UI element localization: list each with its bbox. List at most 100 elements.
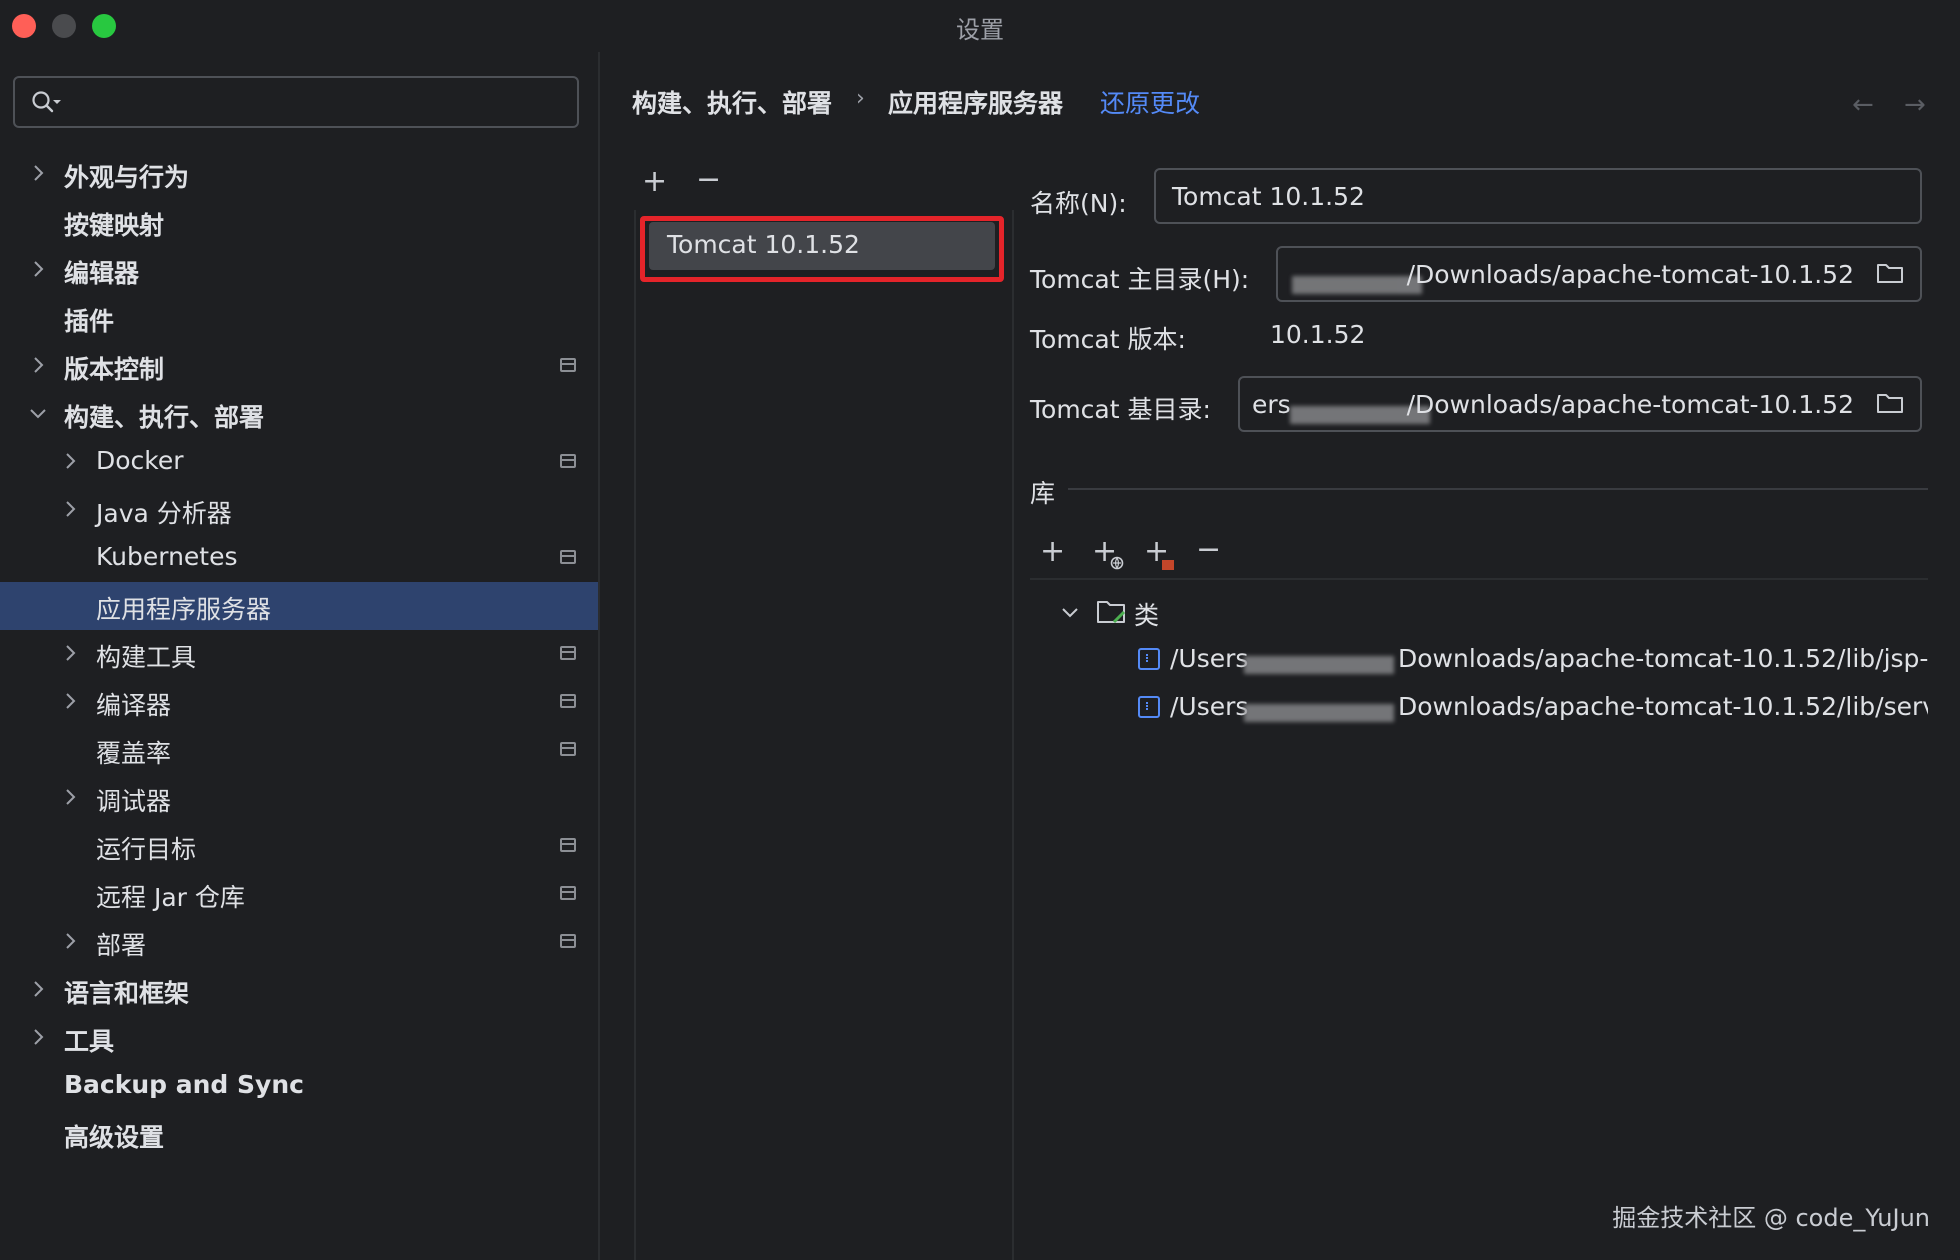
- library-entry-row[interactable]: /Users Downloads/apache-tomcat-10.1.52/l…: [1136, 686, 1928, 730]
- chevron-right-icon[interactable]: [26, 257, 50, 281]
- sidebar-item-label: 构建工具: [96, 643, 197, 672]
- sidebar-item-label: 调试器: [96, 787, 172, 816]
- add-web-library-button[interactable]: +: [1092, 534, 1124, 570]
- sidebar-item-label: 运行目标: [96, 835, 197, 864]
- library-toolbar-separator: [1030, 578, 1928, 580]
- libraries-section-title: 库: [1030, 479, 1056, 508]
- forward-arrow-icon[interactable]: →: [1904, 90, 1926, 120]
- annotation-highlight-box: [640, 216, 1004, 282]
- chevron-right-icon[interactable]: [58, 641, 82, 665]
- chevron-right-icon[interactable]: [58, 689, 82, 713]
- project-settings-icon: [560, 742, 576, 756]
- home-dir-field[interactable]: /Downloads/apache-tomcat-10.1.52: [1276, 246, 1922, 302]
- base-dir-field[interactable]: ers /Downloads/apache-tomcat-10.1.52: [1238, 376, 1922, 432]
- title-bar: 设置: [0, 0, 1960, 52]
- sidebar-item[interactable]: 编辑器: [0, 246, 598, 294]
- jar-file-icon: [1138, 696, 1160, 718]
- sidebar-item[interactable]: Docker: [0, 438, 598, 486]
- name-field-value: Tomcat 10.1.52: [1172, 182, 1365, 211]
- sidebar-item[interactable]: 按键映射: [0, 198, 598, 246]
- sidebar-item[interactable]: 应用程序服务器: [0, 582, 598, 630]
- classes-tree-node[interactable]: 类: [1060, 590, 1920, 634]
- sidebar-item[interactable]: Java 分析器: [0, 486, 598, 534]
- sidebar-item-label: 版本控制: [64, 355, 165, 384]
- chevron-down-icon[interactable]: [1060, 602, 1080, 622]
- project-settings-icon: [560, 358, 576, 372]
- base-dir-value: /Downloads/apache-tomcat-10.1.52: [1406, 390, 1854, 419]
- project-settings-icon: [560, 454, 576, 468]
- sidebar-item[interactable]: 外观与行为: [0, 150, 598, 198]
- sidebar-item-label: 应用程序服务器: [96, 595, 272, 624]
- library-path-prefix: /Users: [1170, 692, 1249, 721]
- server-list-divider: [1012, 210, 1014, 1260]
- remove-server-button[interactable]: −: [696, 162, 721, 197]
- add-jar-library-button[interactable]: +: [1144, 534, 1174, 570]
- home-dir-value: /Downloads/apache-tomcat-10.1.52: [1406, 260, 1854, 289]
- project-settings-icon: [560, 694, 576, 708]
- project-settings-icon: [560, 646, 576, 660]
- project-settings-icon: [560, 934, 576, 948]
- chevron-right-icon[interactable]: [58, 929, 82, 953]
- chevron-right-icon[interactable]: [58, 785, 82, 809]
- sidebar-item-label: 插件: [64, 307, 115, 336]
- project-settings-icon: [560, 550, 576, 564]
- sidebar-item-label: 外观与行为: [64, 163, 190, 192]
- breadcrumb-parent[interactable]: 构建、执行、部署: [632, 84, 832, 120]
- chevron-right-icon[interactable]: [26, 353, 50, 377]
- sidebar-item[interactable]: 语言和框架: [0, 966, 598, 1014]
- add-library-button[interactable]: +: [1040, 534, 1065, 569]
- sidebar-item-label: 远程 Jar 仓库: [96, 883, 245, 912]
- sidebar-item-label: 覆盖率: [96, 739, 172, 768]
- folder-icon[interactable]: [1876, 262, 1904, 284]
- jar-archive-icon: [1162, 560, 1174, 570]
- redacted-path-blur: [1244, 704, 1394, 722]
- project-settings-icon: [560, 886, 576, 900]
- home-dir-label: Tomcat 主目录(H):: [1030, 265, 1250, 294]
- redacted-path-blur: [1292, 276, 1422, 294]
- chevron-right-icon[interactable]: [58, 497, 82, 521]
- sidebar-item[interactable]: 构建、执行、部署: [0, 390, 598, 438]
- sidebar-item[interactable]: 编译器: [0, 678, 598, 726]
- sidebar-item[interactable]: 插件: [0, 294, 598, 342]
- watermark-text: 掘金技术社区 @ code_YuJun: [1612, 1204, 1930, 1232]
- sidebar-item[interactable]: 调试器: [0, 774, 598, 822]
- classes-folder-icon: [1097, 601, 1126, 624]
- project-settings-icon: [560, 838, 576, 852]
- remove-library-button[interactable]: −: [1196, 532, 1221, 567]
- folder-icon[interactable]: [1876, 392, 1904, 414]
- name-label: 名称(N):: [1030, 189, 1127, 218]
- sidebar-item-label: 部署: [96, 931, 147, 960]
- base-dir-prefix: ers: [1252, 390, 1291, 419]
- sidebar-item-label: 语言和框架: [64, 979, 190, 1008]
- sidebar-item[interactable]: Kubernetes: [0, 534, 598, 582]
- sidebar-item-label: Backup and Sync: [64, 1070, 304, 1099]
- add-server-button[interactable]: +: [642, 164, 667, 199]
- base-dir-label: Tomcat 基目录:: [1030, 395, 1211, 424]
- sidebar-item-label: 构建、执行、部署: [64, 403, 265, 432]
- sidebar-item[interactable]: 运行目标: [0, 822, 598, 870]
- sidebar-item-label: 按键映射: [64, 211, 165, 240]
- sidebar-item[interactable]: 远程 Jar 仓库: [0, 870, 598, 918]
- sidebar-item[interactable]: 工具: [0, 1014, 598, 1062]
- sidebar-item[interactable]: 高级设置: [0, 1110, 598, 1158]
- sidebar-item[interactable]: 覆盖率: [0, 726, 598, 774]
- chevron-right-icon[interactable]: [26, 161, 50, 185]
- chevron-right-icon[interactable]: [26, 1025, 50, 1049]
- name-field[interactable]: Tomcat 10.1.52: [1154, 168, 1922, 224]
- chevron-down-icon[interactable]: [26, 401, 50, 425]
- sidebar-item-label: 工具: [64, 1027, 115, 1056]
- library-path-suffix: Downloads/apache-tomcat-10.1.52/lib/serv…: [1398, 692, 1928, 721]
- sidebar-item[interactable]: 构建工具: [0, 630, 598, 678]
- back-arrow-icon[interactable]: ←: [1852, 90, 1874, 120]
- library-entry-row[interactable]: /Users Downloads/apache-tomcat-10.1.52/l…: [1136, 638, 1928, 682]
- search-input[interactable]: [13, 76, 579, 128]
- revert-changes-link[interactable]: 还原更改: [1100, 84, 1200, 120]
- sidebar-item[interactable]: 部署: [0, 918, 598, 966]
- sidebar-item[interactable]: Backup and Sync: [0, 1062, 598, 1110]
- sidebar-divider: [598, 52, 600, 1260]
- version-value: 10.1.52: [1270, 320, 1366, 349]
- library-path-suffix: Downloads/apache-tomcat-10.1.52/lib/jsp-…: [1398, 644, 1928, 673]
- sidebar-item[interactable]: 版本控制: [0, 342, 598, 390]
- chevron-right-icon[interactable]: [58, 449, 82, 473]
- chevron-right-icon[interactable]: [26, 977, 50, 1001]
